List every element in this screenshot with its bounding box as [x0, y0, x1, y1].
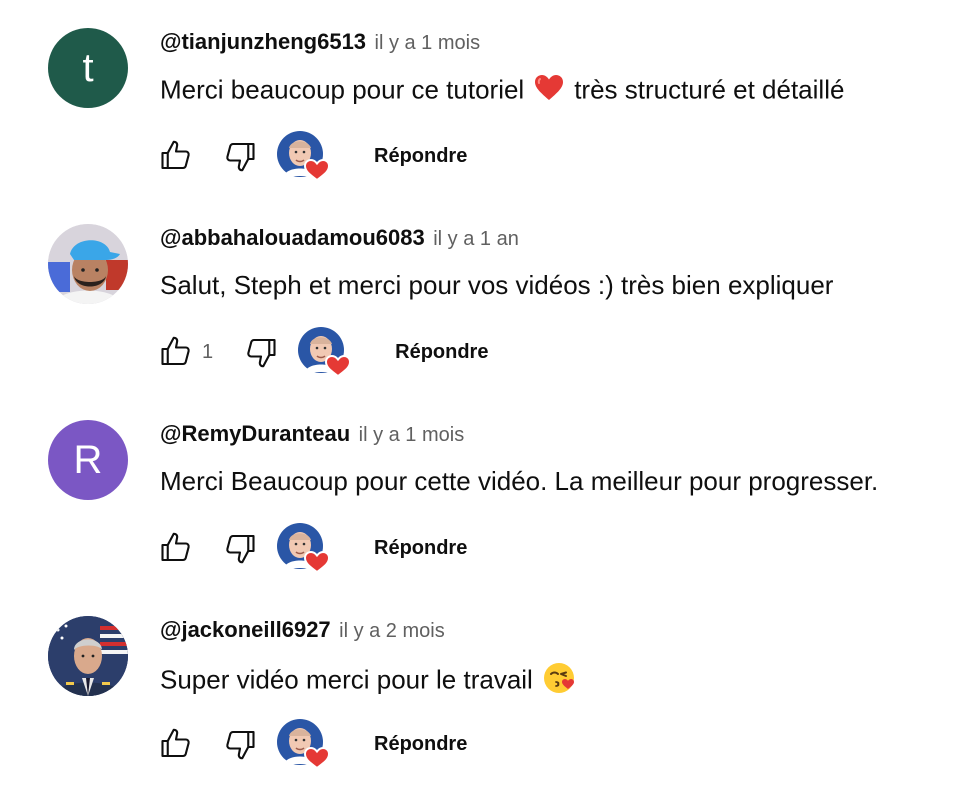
comment-timestamp[interactable]: il y a 2 mois	[339, 620, 445, 642]
dislike-button[interactable]	[216, 524, 264, 572]
avatar-initial: t	[82, 46, 94, 90]
thumbs-up-icon	[161, 336, 190, 366]
comment-text-part: très structuré et détaillé	[574, 74, 845, 105]
comment-item: @abbahalouadamou6083 il y a 1 an Salut, …	[0, 196, 960, 392]
comment-text: Super vidéo merci pour le travail	[160, 662, 585, 701]
creator-heart-badge	[276, 522, 332, 574]
comment-timestamp[interactable]: il y a 1 mois	[375, 32, 481, 54]
creator-heart-badge	[276, 130, 332, 182]
avatar[interactable]: R	[48, 420, 128, 500]
thumbs-up-icon	[161, 140, 190, 170]
author-name[interactable]: @tianjunzheng6513	[160, 29, 366, 54]
reply-button[interactable]: Répondre	[374, 537, 467, 560]
creator-heart-badge	[297, 326, 353, 378]
thumbs-up-icon	[161, 532, 190, 562]
like-count: 1	[202, 340, 214, 363]
comment-actions: Répondre	[152, 718, 467, 770]
comment-timestamp[interactable]: il y a 1 an	[433, 228, 519, 250]
author-name[interactable]: @RemyDuranteau	[160, 421, 350, 446]
comment-header: @tianjunzheng6513 il y a 1 mois	[160, 29, 480, 55]
comment-actions: 1 Répondre	[152, 326, 488, 378]
dislike-button[interactable]	[237, 328, 285, 376]
like-button[interactable]	[152, 132, 200, 180]
author-name[interactable]: @abbahalouadamou6083	[160, 225, 425, 250]
avatar-initial: R	[73, 438, 103, 482]
reply-button[interactable]: Répondre	[395, 341, 488, 364]
dislike-button[interactable]	[216, 720, 264, 768]
comment-text: Merci beaucoup pour ce tutoriel très str…	[160, 74, 844, 109]
comment-text: Salut, Steph et merci pour vos vidéos :)…	[160, 270, 833, 301]
like-button[interactable]	[152, 328, 200, 376]
comment-item: t @tianjunzheng6513 il y a 1 mois Merci …	[0, 0, 960, 196]
comment-text-part: Super vidéo merci pour le travail	[160, 664, 533, 695]
comment-header: @abbahalouadamou6083 il y a 1 an	[160, 225, 519, 251]
thumbs-down-icon	[226, 142, 255, 172]
thumbs-down-icon	[247, 338, 276, 368]
thumbs-down-icon	[226, 534, 255, 564]
comment-header: @RemyDuranteau il y a 1 mois	[160, 421, 464, 447]
comment-text-part: Merci Beaucoup pour cette vidéo. La meil…	[160, 466, 879, 496]
red-heart-icon	[534, 74, 564, 109]
comment-text-part: Salut, Steph et merci pour vos vidéos :)…	[160, 270, 834, 300]
comment-actions: Répondre	[152, 522, 467, 574]
comment-item: @jackoneill6927 il y a 2 mois Super vidé…	[0, 588, 960, 784]
comment-text-part: Merci beaucoup pour ce tutoriel	[160, 74, 525, 105]
avatar[interactable]: t	[48, 28, 128, 108]
reply-button[interactable]: Répondre	[374, 145, 467, 168]
officer-flag-photo-icon	[48, 616, 128, 696]
comment-actions: Répondre	[152, 130, 467, 182]
thumbs-up-icon	[161, 728, 190, 758]
comment-text: Merci Beaucoup pour cette vidéo. La meil…	[160, 466, 878, 497]
comment-timestamp[interactable]: il y a 1 mois	[359, 424, 465, 446]
like-button[interactable]	[152, 524, 200, 572]
reply-button[interactable]: Répondre	[374, 733, 467, 756]
comment-item: R @RemyDuranteau il y a 1 mois Merci Bea…	[0, 392, 960, 588]
avatar[interactable]	[48, 224, 128, 304]
comment-header: @jackoneill6927 il y a 2 mois	[160, 617, 445, 643]
person-blue-cap-photo-icon	[48, 224, 128, 304]
like-button[interactable]	[152, 720, 200, 768]
dislike-button[interactable]	[216, 132, 264, 180]
face-blowing-kiss-icon	[543, 662, 575, 701]
thumbs-down-icon	[226, 730, 255, 760]
author-name[interactable]: @jackoneill6927	[160, 617, 331, 642]
avatar[interactable]	[48, 616, 128, 696]
creator-heart-badge	[276, 718, 332, 770]
